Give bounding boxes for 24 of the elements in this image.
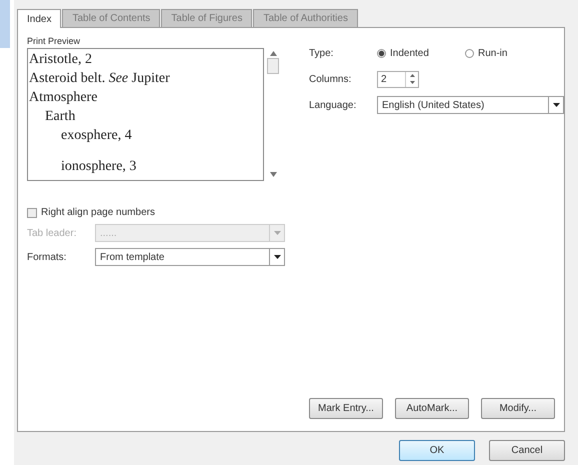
index-entry: exosphere, 4 [60,127,133,145]
panel-button[interactable]: AutoMark... [395,398,469,419]
panel-button[interactable]: Modify... [481,398,555,419]
dialog-button[interactable]: Cancel [489,440,565,461]
dialog-button[interactable]: OK [399,440,475,461]
panel-button[interactable]: Mark Entry... [309,398,383,419]
tab[interactable]: Index [17,9,62,28]
field-label: Formats: [27,252,68,262]
field-label: Language: [309,100,358,110]
index-entry: Aristotle, 2 [28,51,93,69]
radio-option[interactable]: Indented [377,48,465,58]
language-dropdown[interactable]: English (United States) [377,96,564,114]
checkbox-option[interactable]: Right align page numbers [27,207,555,218]
field-label: Type: [309,48,334,58]
radio-option[interactable]: Run-in [465,48,553,58]
field-label: Tab leader: [27,228,78,238]
index-entry: ionosphere, 3 [60,158,138,176]
spinner-field[interactable]: 2 [377,70,419,88]
index-entry: Asteroid belt. See Jupiter [28,70,171,88]
field-label: Columns: [309,74,352,84]
formats-dropdown[interactable]: From template [95,248,285,266]
index-entry: Earth [44,108,76,126]
index-entry: Atmosphere [28,89,98,107]
preview-label: Print Preview [27,36,82,46]
